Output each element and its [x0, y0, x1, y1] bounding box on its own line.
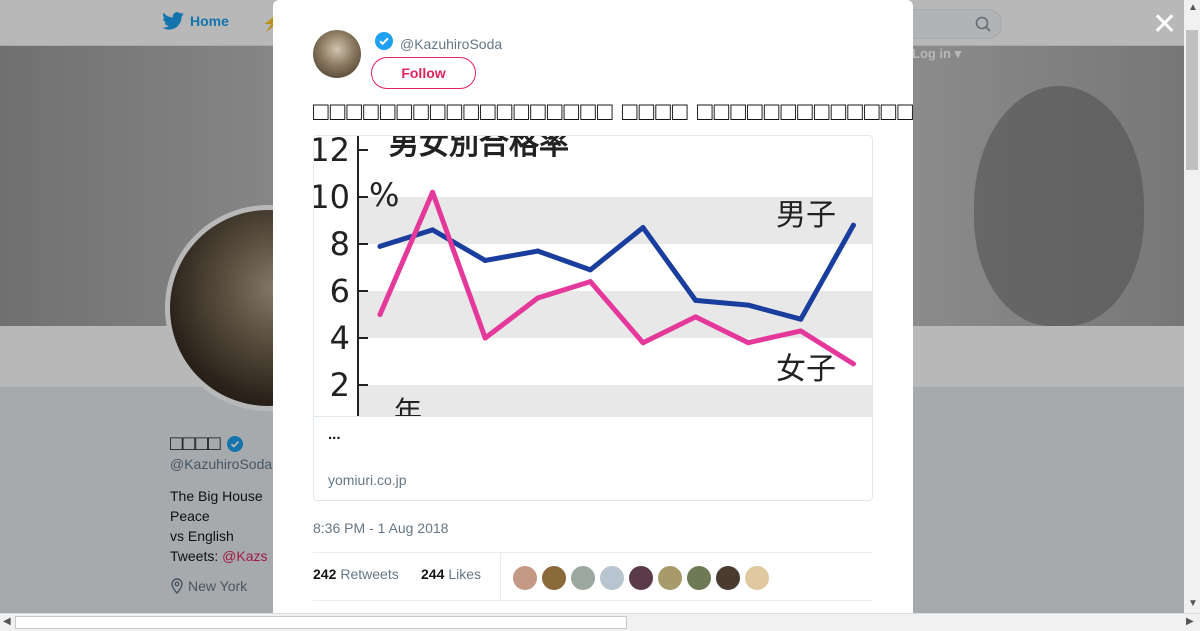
liker-avatar[interactable] [628, 565, 654, 591]
liker-avatar[interactable] [541, 565, 567, 591]
retweets-label: Retweets [340, 566, 399, 582]
chart-data-point [640, 340, 646, 346]
chart-data-point [693, 297, 699, 303]
chart-data-point [377, 312, 383, 317]
stats-divider [500, 553, 501, 600]
tweet-author-avatar[interactable] [313, 30, 361, 78]
scroll-right-arrow-icon[interactable]: ▶ [1186, 616, 1194, 627]
liker-avatar[interactable] [599, 565, 625, 591]
chart-data-point [482, 335, 488, 341]
chart-series-label: 女子 [776, 352, 836, 387]
follow-button[interactable]: Follow [371, 57, 476, 89]
horizontal-scrollbar[interactable]: ◀ ▶ [0, 613, 1200, 631]
likes-label: Likes [448, 566, 482, 582]
horizontal-scroll-thumb[interactable] [15, 616, 627, 629]
tweet-text: □□□□□□□□□□□□□□□□□□ □□□□ □□□□□□□□□□□□□□□□… [313, 96, 913, 126]
vertical-scrollbar[interactable]: ▲ ▼ [1184, 0, 1200, 613]
card-title: ... [328, 426, 341, 443]
chart-y-tick-label: 12 [314, 136, 350, 169]
chart-data-point [587, 267, 593, 273]
tweet-stats: 242 Retweets 244 Likes [313, 552, 873, 601]
chart-y-tick-label: 6 [330, 272, 350, 310]
liker-avatar[interactable] [686, 565, 712, 591]
close-icon[interactable]: ✕ [1152, 10, 1177, 40]
chart-data-point [693, 314, 699, 320]
link-preview-card[interactable]: 12 10 8 6 4 2 男女別合格率% 年 男子女子 ... yomiuri.co.jp [313, 135, 873, 501]
chart-data-point [535, 295, 541, 301]
chart-y-tick-label: 4 [330, 319, 350, 357]
liker-avatar[interactable] [570, 565, 596, 591]
chart-data-point [482, 257, 488, 263]
liker-avatar[interactable] [657, 565, 683, 591]
card-domain: yomiuri.co.jp [328, 472, 407, 488]
liker-avatar[interactable] [512, 565, 538, 591]
tweet-author-handle[interactable]: @KazuhiroSoda [400, 36, 502, 52]
scroll-down-arrow-icon[interactable]: ▼ [1188, 598, 1198, 609]
liker-avatar[interactable] [715, 565, 741, 591]
chart-data-point [430, 189, 436, 195]
tweet-permalink-modal: @KazuhiroSoda Follow □□□□□□□□□□□□□□□□□□ … [273, 0, 913, 613]
chart-y-unit: % [369, 176, 399, 214]
chart-x-axis-word: 年 [394, 395, 422, 416]
chart-grid-band [358, 385, 872, 432]
scroll-up-arrow-icon[interactable]: ▲ [1188, 2, 1198, 13]
vertical-scroll-thumb[interactable] [1186, 30, 1198, 170]
chart-y-tick-label: 8 [330, 225, 350, 263]
retweets-stat[interactable]: 242 Retweets [313, 566, 399, 582]
likes-count: 244 [421, 566, 445, 582]
liker-avatar[interactable] [744, 565, 770, 591]
chart-data-point [850, 361, 856, 367]
chart-data-point [377, 243, 383, 249]
chart-y-tick-label: 10 [314, 178, 350, 216]
chart-data-point [850, 222, 856, 228]
chart-data-point [745, 340, 751, 346]
card-chart-image: 12 10 8 6 4 2 男女別合格率% 年 男子女子 [314, 136, 872, 432]
chart-data-point [745, 302, 751, 308]
scroll-left-arrow-icon[interactable]: ◀ [3, 616, 11, 627]
chart-data-point [640, 225, 646, 231]
chart-data-point [430, 227, 436, 233]
likes-stat[interactable]: 244 Likes [421, 566, 481, 582]
retweets-count: 242 [313, 566, 337, 582]
pass-rate-line-chart: 12 10 8 6 4 2 男女別合格率% 年 男子女子 [314, 136, 872, 432]
chart-data-point [587, 279, 593, 285]
chart-series-label: 男子 [776, 198, 836, 233]
chart-data-point [798, 328, 804, 334]
tweet-timestamp: 8:36 PM - 1 Aug 2018 [313, 520, 449, 536]
chart-y-tick-label: 2 [330, 366, 350, 404]
chart-data-point [798, 316, 804, 322]
verified-badge-icon [375, 32, 393, 50]
chart-title: 男女別合格率 [389, 136, 569, 162]
chart-data-point [535, 248, 541, 254]
